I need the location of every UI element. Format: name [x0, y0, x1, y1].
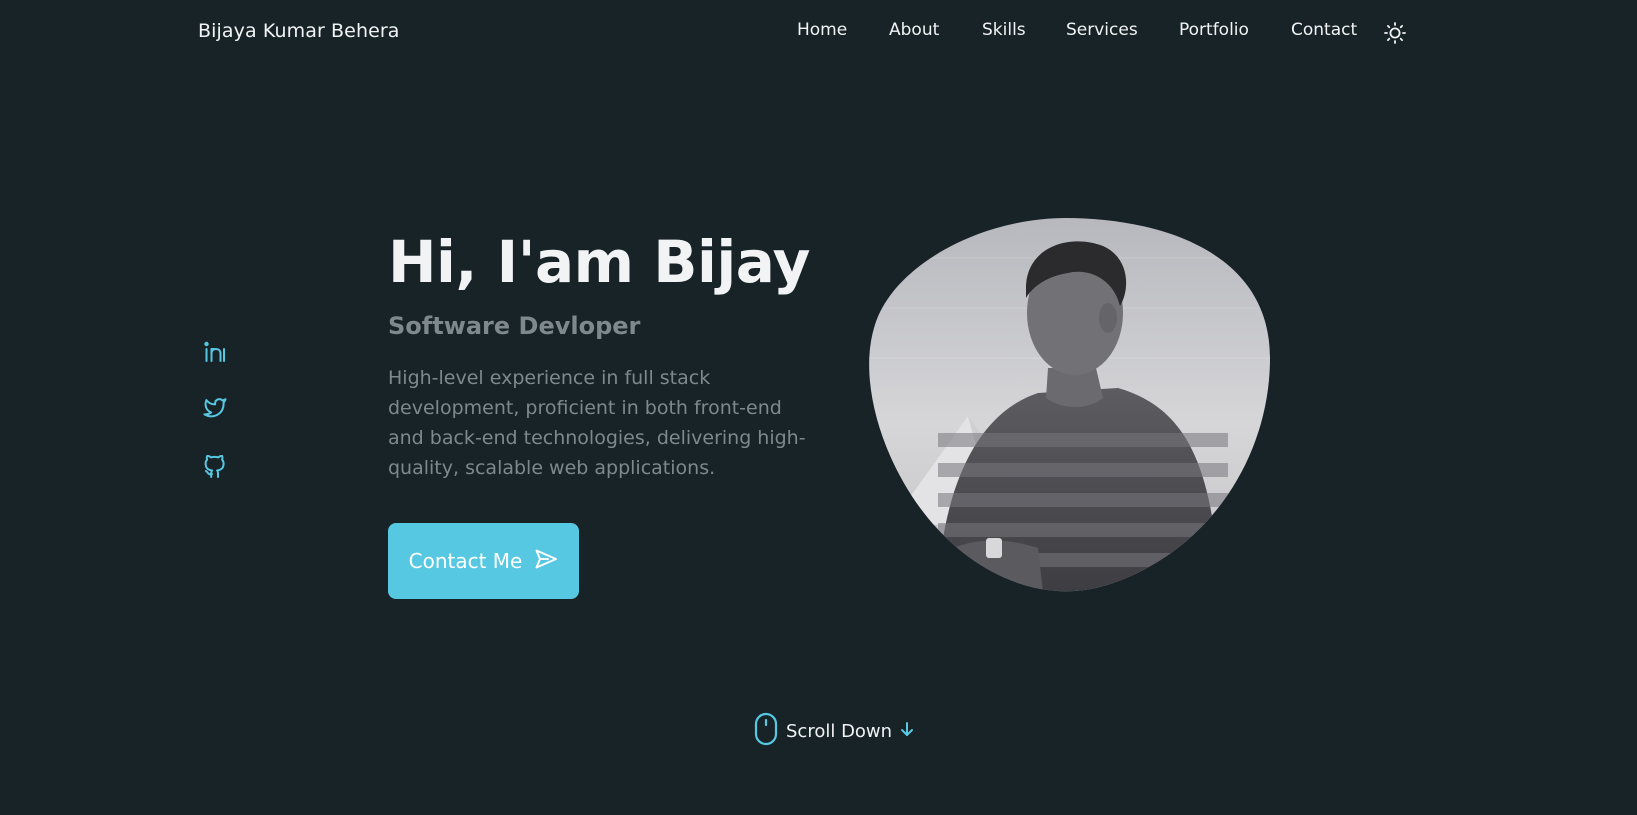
header: Bijaya Kumar Behera Home About Skills Se…	[0, 0, 1637, 66]
hero-subtitle: Software Devloper	[388, 312, 641, 340]
linkedin-icon[interactable]	[203, 340, 227, 364]
send-icon	[534, 548, 558, 574]
nav-services[interactable]: Services	[1066, 20, 1138, 40]
nav-contact[interactable]: Contact	[1291, 20, 1357, 40]
logo[interactable]: Bijaya Kumar Behera	[198, 20, 400, 42]
scroll-down-button[interactable]: Scroll Down	[754, 712, 914, 750]
contact-button-label: Contact Me	[408, 549, 523, 573]
mouse-icon	[754, 712, 778, 750]
hero-title: Hi, I'am Bijay	[388, 228, 810, 296]
arrow-down-icon	[900, 721, 914, 741]
scroll-down-label: Scroll Down	[786, 720, 893, 742]
nav-portfolio[interactable]: Portfolio	[1179, 20, 1249, 40]
github-icon[interactable]	[203, 455, 227, 479]
nav-home[interactable]: Home	[797, 20, 847, 40]
page: Bijaya Kumar Behera Home About Skills Se…	[0, 0, 1637, 815]
contact-me-button[interactable]: Contact Me	[388, 523, 579, 599]
twitter-icon[interactable]	[203, 397, 227, 419]
profile-image	[868, 218, 1270, 592]
nav-skills[interactable]: Skills	[982, 20, 1026, 40]
hero-description: High-level experience in full stack deve…	[388, 367, 806, 479]
nav-about[interactable]: About	[889, 20, 939, 40]
sun-icon[interactable]	[1384, 22, 1406, 44]
